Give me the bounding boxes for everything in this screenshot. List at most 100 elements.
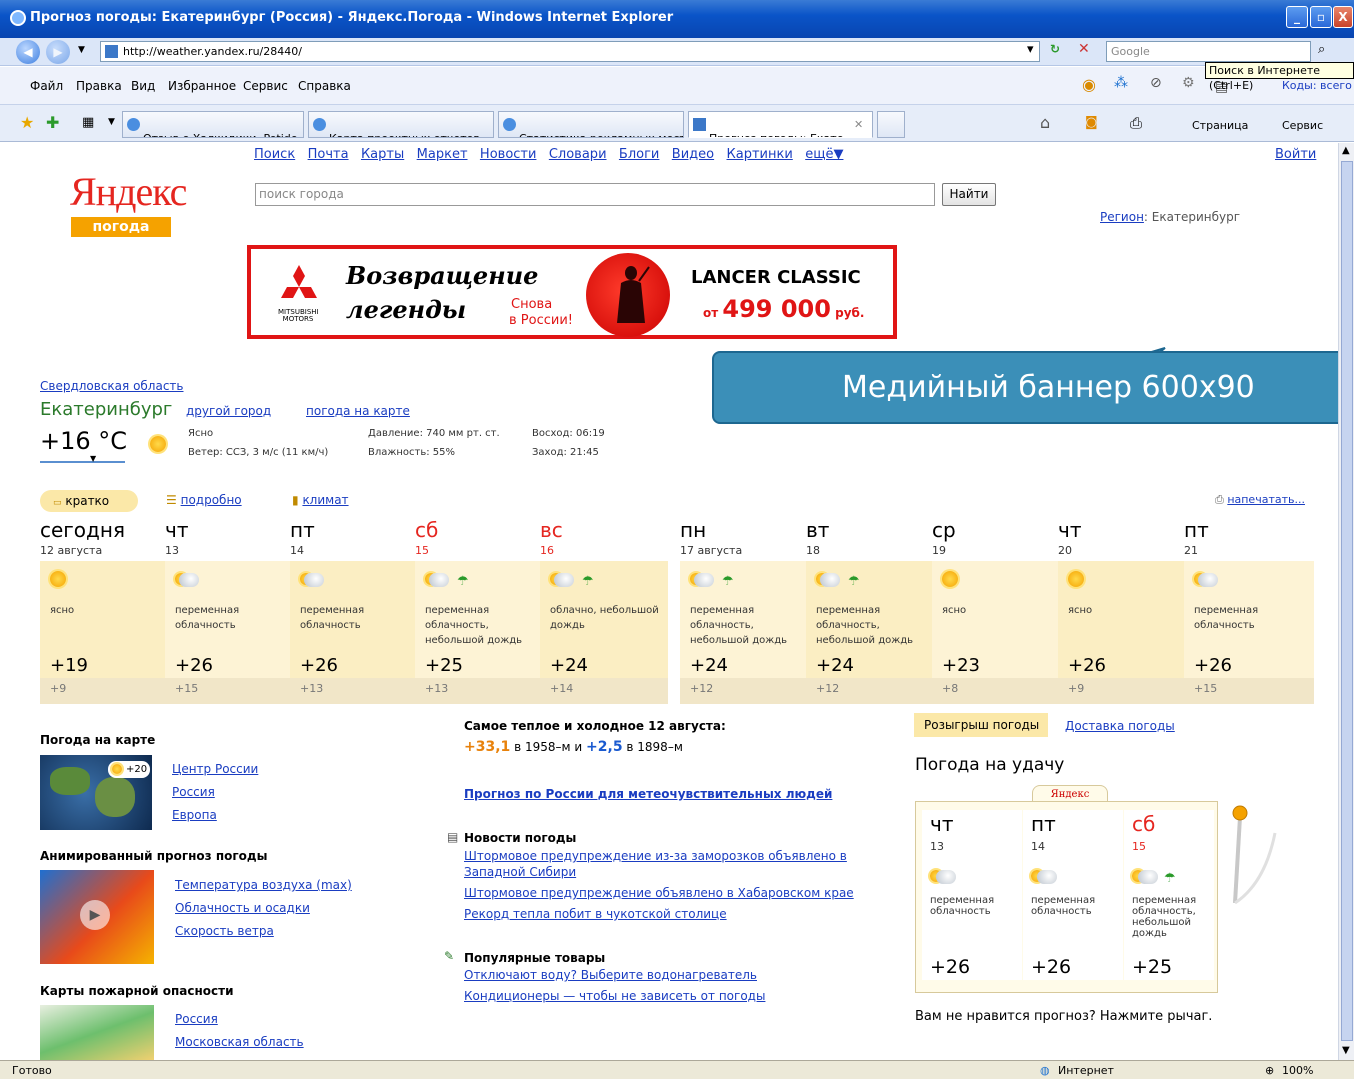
scroll-down-icon[interactable]: ▼: [1342, 1045, 1350, 1056]
maximize-button[interactable]: ▫: [1310, 6, 1332, 28]
menu-edit[interactable]: Правка: [76, 79, 122, 93]
goods-link-1[interactable]: Отключают воду? Выберите водонагреватель: [464, 968, 757, 982]
login-link[interactable]: Войти: [1275, 147, 1316, 162]
vertical-scrollbar[interactable]: ▲ ▼: [1338, 143, 1354, 1060]
slot-temp: +25: [1132, 956, 1173, 978]
refresh-icon[interactable]: ↻: [1050, 42, 1060, 56]
slot-lever-icon[interactable]: [1215, 803, 1285, 913]
media-banner[interactable]: MITSUBISHI MOTORS Возвращение легенды Сн…: [247, 245, 897, 339]
tab-4-active[interactable]: Прогноз погоды: Екате...✕: [688, 111, 873, 138]
umbrella-icon: ☂: [1164, 871, 1176, 886]
print-link[interactable]: ⎙ напечатать...: [1215, 493, 1305, 507]
menu-help[interactable]: Справка: [298, 79, 351, 93]
tab-2[interactable]: Карта проектных отчетов ...: [308, 111, 494, 138]
search-icon[interactable]: ⌕: [1318, 42, 1325, 57]
toolbar-icon-1[interactable]: ◉: [1082, 75, 1096, 94]
url-field[interactable]: http://weather.yandex.ru/28440/: [100, 41, 1040, 62]
callout-banner-label: Медийный баннер 600х90: [712, 351, 1338, 424]
search-input[interactable]: Google: [1106, 41, 1311, 62]
nav-maps[interactable]: Карты: [361, 147, 404, 162]
fire-map-thumbnail[interactable]: [40, 1005, 154, 1060]
yandex-logo[interactable]: Яндекс: [70, 168, 187, 215]
menu-view[interactable]: Вид: [131, 79, 155, 93]
codes-label[interactable]: Коды: всего н: [1282, 79, 1354, 92]
region-breadcrumb[interactable]: Свердловская область: [40, 379, 184, 393]
meteo-sensitive-link[interactable]: Прогноз по России для метеочувствительны…: [464, 787, 832, 801]
add-favorite-icon[interactable]: ✚: [46, 113, 59, 132]
zoom-icon[interactable]: ⊕: [1265, 1062, 1274, 1080]
anim-link-clouds[interactable]: Облачность и осадки: [175, 901, 310, 915]
url-dropdown-icon[interactable]: ▾: [1027, 42, 1034, 57]
goods-link-2[interactable]: Кондиционеры — чтобы не зависеть от пого…: [464, 989, 765, 1003]
mode-short-tab[interactable]: ▭ кратко: [40, 490, 138, 512]
menu-file[interactable]: Файл: [30, 79, 63, 93]
fire-link-moscow[interactable]: Московская область: [175, 1035, 304, 1049]
forecast-day-temp: +25: [425, 655, 463, 676]
cloud-icon: [300, 571, 332, 588]
map-link-europe[interactable]: Европа: [172, 808, 217, 822]
page-menu[interactable]: Страница: [1192, 119, 1248, 132]
current-condition: Ясно: [188, 428, 214, 439]
stop-icon[interactable]: ✕: [1078, 41, 1090, 57]
news-link-2[interactable]: Штормовое предупреждение объявлено в Хаб…: [464, 886, 854, 900]
nav-search[interactable]: Поиск: [254, 147, 295, 162]
zoom-level[interactable]: 100%: [1282, 1062, 1313, 1080]
minimize-button[interactable]: _: [1286, 6, 1308, 28]
scroll-up-icon[interactable]: ▲: [1342, 145, 1350, 156]
quick-tabs-icon[interactable]: ▦: [82, 115, 94, 130]
tab-1[interactable]: Отзыв о Халкидики, Potide...: [122, 111, 304, 138]
forecast-night-temp: +14: [550, 682, 574, 695]
other-city-link[interactable]: другой город: [186, 404, 271, 418]
map-link-russia[interactable]: Россия: [172, 785, 215, 799]
play-icon[interactable]: ▶: [80, 900, 110, 930]
region-link[interactable]: Регион: [1100, 210, 1144, 224]
nav-mail[interactable]: Почта: [308, 147, 349, 162]
nav-images[interactable]: Картинки: [727, 147, 793, 162]
map-link-center[interactable]: Центр России: [172, 762, 258, 776]
pogoda-badge[interactable]: погода: [71, 217, 171, 237]
nav-news[interactable]: Новости: [480, 147, 537, 162]
anim-link-wind[interactable]: Скорость ветра: [175, 924, 274, 938]
toolbar-icon-4[interactable]: ⚙: [1182, 75, 1195, 91]
forward-button[interactable]: ▶: [46, 40, 70, 64]
samurai-silhouette-icon: [617, 266, 650, 323]
weather-delivery-tab[interactable]: Доставка погоды: [1065, 719, 1175, 733]
tools-menu[interactable]: Сервис: [1282, 119, 1323, 132]
nav-market[interactable]: Маркет: [417, 147, 468, 162]
toolbar-icon-3[interactable]: ⊘: [1150, 75, 1162, 91]
fire-link-russia[interactable]: Россия: [175, 1012, 218, 1026]
mode-climate-tab[interactable]: ▮ климат: [292, 493, 349, 507]
nav-dictionaries[interactable]: Словари: [549, 147, 607, 162]
scrollbar-thumb[interactable]: [1341, 161, 1353, 1041]
new-tab-button[interactable]: [877, 111, 905, 138]
tab-list-dropdown-icon[interactable]: ▼: [108, 117, 115, 127]
home-icon[interactable]: ⌂: [1040, 113, 1050, 132]
menu-tools[interactable]: Сервис: [243, 79, 288, 93]
favorites-star-icon[interactable]: ★: [20, 113, 34, 132]
history-dropdown-icon[interactable]: ▼: [78, 45, 85, 55]
feeds-icon[interactable]: ◙: [1085, 115, 1098, 130]
anim-link-temp[interactable]: Температура воздуха (max): [175, 878, 352, 892]
close-tab-icon[interactable]: ✕: [854, 112, 863, 137]
nav-video[interactable]: Видео: [672, 147, 714, 162]
find-button[interactable]: Найти: [942, 183, 996, 206]
news-link-3[interactable]: Рекорд тепла побит в чукотской столице: [464, 907, 727, 921]
nav-blogs[interactable]: Блоги: [619, 147, 659, 162]
tab-3[interactable]: Статистика рекламных мест: [498, 111, 684, 138]
city-search-input[interactable]: поиск города: [255, 183, 935, 206]
unit-dropdown-icon[interactable]: ▼: [90, 454, 96, 463]
world-map-thumbnail[interactable]: +20: [40, 755, 152, 830]
news-link-1[interactable]: Штормовое предупреждение из-за заморозко…: [464, 848, 864, 880]
nav-more[interactable]: ещё▼: [805, 147, 843, 162]
back-button[interactable]: ◀: [16, 40, 40, 64]
forecast-date: 18: [806, 544, 820, 557]
mode-detail-tab[interactable]: ☰ подробно: [166, 493, 242, 507]
weather-map-link[interactable]: погода на карте: [306, 404, 410, 418]
forecast-night-temp: +13: [425, 682, 449, 695]
weather-draw-tab[interactable]: Розыгрыш погоды: [914, 713, 1048, 737]
print-icon[interactable]: ⎙: [1130, 114, 1142, 132]
menu-favorites[interactable]: Избранное: [168, 79, 236, 93]
close-button[interactable]: X: [1333, 6, 1353, 28]
animated-map-thumbnail[interactable]: ▶: [40, 870, 154, 964]
toolbar-icon-2[interactable]: ⁂: [1114, 75, 1128, 91]
